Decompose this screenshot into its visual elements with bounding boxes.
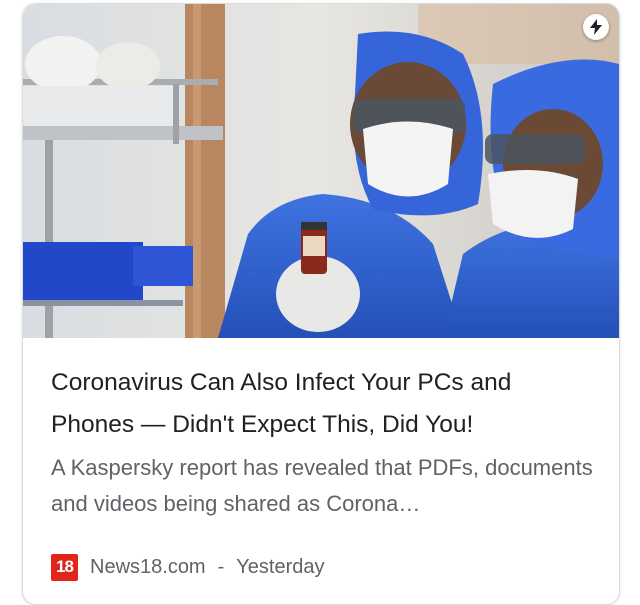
lightning-bolt-icon: [590, 19, 602, 35]
source-row: 18 News18.com - Yesterday: [51, 552, 325, 582]
source-name: News18.com: [90, 555, 206, 578]
news18-logo: 18: [51, 553, 78, 581]
article-headline[interactable]: Coronavirus Can Also Infect Your PCs and…: [51, 362, 601, 446]
published-time: Yesterday: [236, 555, 325, 578]
lab-workers-photo: [23, 4, 619, 338]
article-snippet: A Kaspersky report has revealed that PDF…: [51, 455, 593, 516]
article-image[interactable]: [23, 4, 619, 338]
source-separator: -: [217, 555, 225, 578]
amp-badge: [583, 14, 609, 40]
news-card[interactable]: Coronavirus Can Also Infect Your PCs and…: [22, 3, 620, 605]
